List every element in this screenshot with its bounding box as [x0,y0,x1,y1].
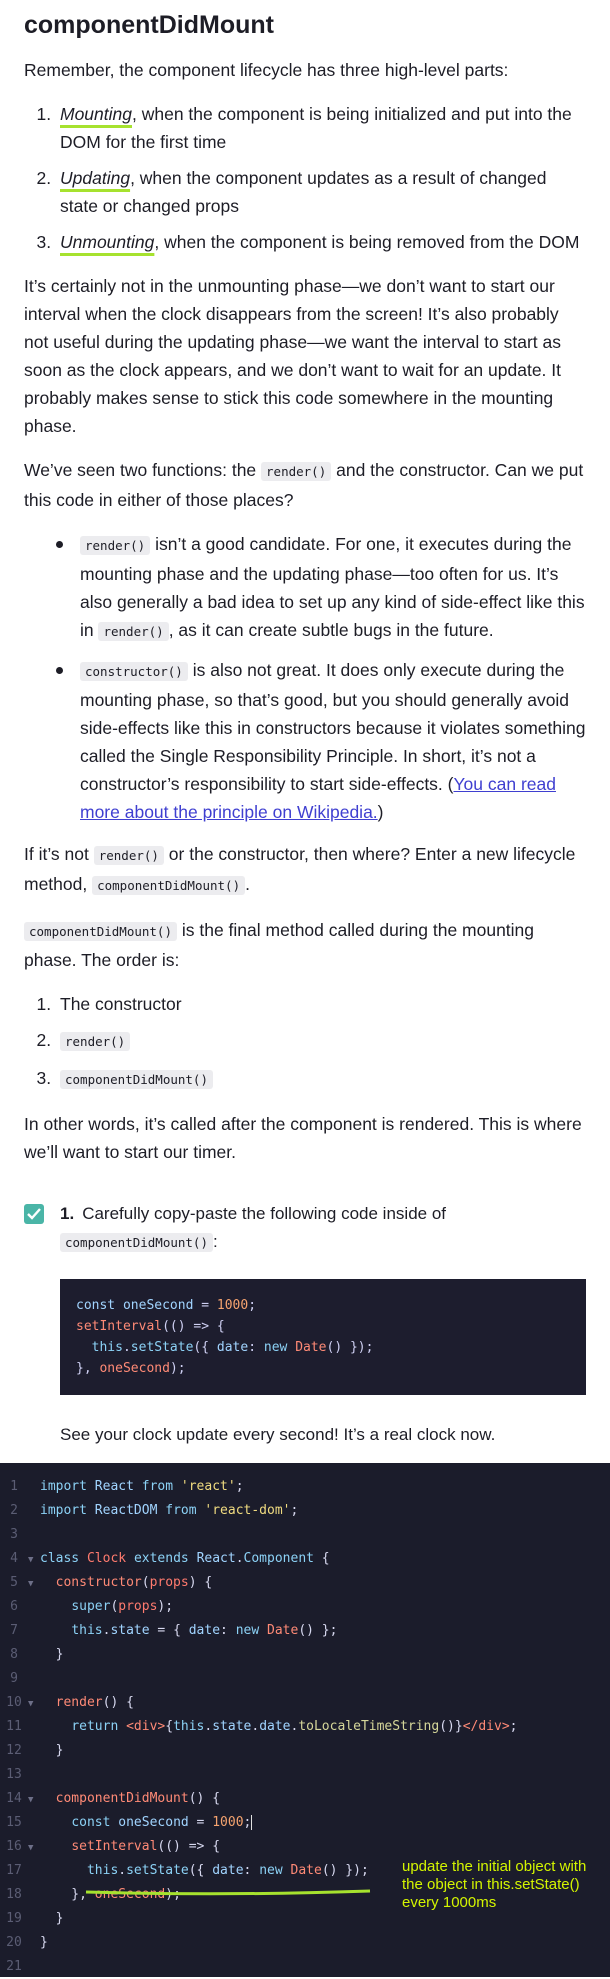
editor-line: 8 } [10,1647,64,1662]
phase-description: , when the component is being removed fr… [154,232,580,252]
list-item: The constructor [56,990,586,1018]
text: Carefully copy-paste the following code … [82,1204,447,1223]
paragraph-timer: In other words, it’s called after the co… [24,1114,582,1162]
editor-line: 3 [10,1527,18,1542]
inline-code: render() [261,462,332,481]
list-item: componentDidMount() [56,1064,586,1094]
fold-arrow-icon: ▼ [28,1579,34,1589]
paragraph-final-method: componentDidMount() is the final method … [24,916,586,974]
editor-line: 7 this.state = { date: new Date() }; [10,1623,338,1638]
fold-arrow-icon: ▼ [28,1555,34,1565]
inline-code: componentDidMount() [24,922,177,941]
checkbox-checked-icon[interactable] [24,1204,44,1224]
candidates-list: render() isn’t a good candidate. For one… [24,530,586,826]
fold-arrow-icon: ▼ [28,1843,34,1853]
editor-line: 13 [6,1767,22,1782]
editor-line: 2 import ReactDOM from 'react-dom'; [10,1503,299,1518]
text: , as it can create subtle bugs in the fu… [168,620,494,640]
text: If it’s not [24,844,94,864]
task-body: 1. Carefully copy-paste the following cod… [60,1200,586,1449]
editor-line: 4 ▼ class Clock extends React.Component { [0,1547,610,1571]
list-item: render() isn’t a good candidate. For one… [56,530,586,646]
inline-code: render() [60,1032,131,1051]
phase-term: Unmounting [60,232,155,252]
page-title: componentDidMount [24,11,274,39]
editor-line: 20 } [6,1935,48,1950]
inline-code: render() [80,536,151,555]
list-item: constructor() is also not great. It does… [56,656,586,826]
phase-description: , when the component is being initialize… [60,104,572,152]
order-text: The constructor [60,994,182,1014]
inline-code: constructor() [80,662,188,681]
list-item: Unmounting, when the component is being … [56,228,586,256]
intro-paragraph: Remember, the component lifecycle has th… [24,60,509,80]
list-item: Updating, when the component updates as … [56,164,586,220]
editor-line: 5 ▼ constructor(props) { [0,1571,610,1595]
text: : [213,1232,218,1251]
paragraph-where: If it’s not render() or the constructor,… [24,840,586,900]
fold-arrow-icon: ▼ [28,1795,34,1805]
phase-term: Updating [60,168,131,188]
text: We’ve seen two functions: the [24,460,262,480]
code-line: }, oneSecond); [76,1361,186,1376]
inline-code: componentDidMount() [60,1070,213,1089]
task-instruction: 1. Carefully copy-paste the following cod… [60,1200,586,1257]
editor-line: 1 import React from 'react'; [10,1479,244,1494]
editor-line: 11 return <div>{this.state.date.toLocale… [6,1719,518,1734]
editor-line: 6 super(props); [10,1599,174,1614]
annotation-note: update the initial object with the objec… [402,1858,587,1911]
editor-line: 12 } [6,1743,64,1758]
code-line: this.setState({ date: new Date() }); [91,1340,374,1355]
phase-description: , when the component updates as a result… [60,168,547,216]
editor-line: 16 ▼ setInterval(() => { [0,1835,610,1859]
text: . [245,874,250,894]
article: componentDidMount Remember, the componen… [0,0,610,1449]
editor-line: 15 const oneSecond = 1000; [6,1815,253,1830]
annotation-underline [85,1889,371,1896]
bullet-icon [56,667,63,674]
editor-line: 10 ▼ render() { [0,1691,610,1715]
task-item: 1. Carefully copy-paste the following cod… [24,1200,586,1449]
editor-line: 21 [6,1959,22,1974]
inline-code: render() [93,846,164,865]
editor-line: 9 [10,1671,18,1686]
task-number: 1. [60,1204,75,1223]
order-list: The constructor render() componentDidMou… [24,990,586,1094]
task-outro: See your clock update every second! It’s… [60,1425,496,1444]
phase-term: Mounting [60,104,132,124]
inline-code: componentDidMount() [60,1233,213,1252]
text-cursor [251,1815,253,1830]
list-item: Mounting, when the component is being in… [56,100,586,156]
inline-code: componentDidMount() [92,876,246,895]
code-snippet: const oneSecond = 1000; setInterval(() =… [60,1279,586,1395]
bullet-icon [56,541,63,548]
inline-code: render() [98,622,169,641]
list-item: render() [56,1026,586,1056]
lifecycle-phases-list: Mounting, when the component is being in… [24,100,586,256]
code-line: const oneSecond = 1000; [76,1298,257,1313]
paragraph-two-functions: We’ve seen two functions: the render() a… [24,456,586,514]
code-line: setInterval(() => { [76,1319,225,1334]
editor-line: 14 ▼ componentDidMount() { [0,1787,610,1811]
text: ) [377,802,384,822]
fold-arrow-icon: ▼ [28,1699,34,1709]
paragraph-phases: It’s certainly not in the unmounting pha… [24,276,561,436]
check-icon [27,1208,41,1220]
